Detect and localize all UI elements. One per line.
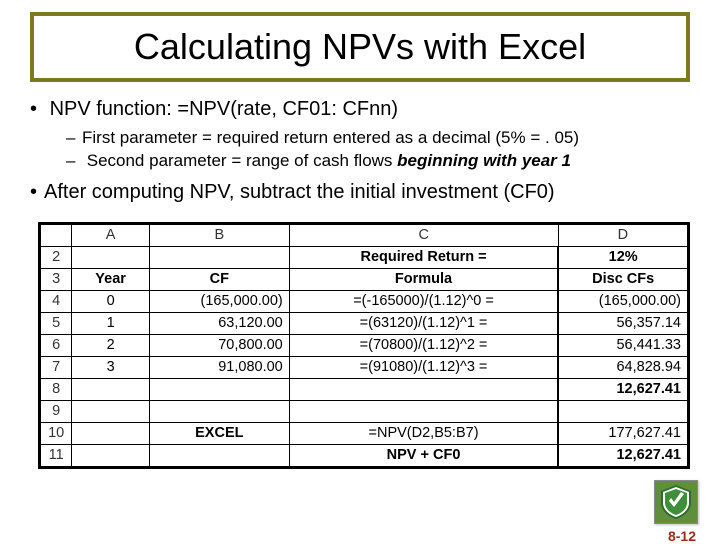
cell-A [72,444,149,466]
cell-B [149,400,289,422]
cell-D: (165,000.00) [558,290,687,312]
subbullet-param1: First parameter = required return entere… [82,127,690,150]
row-number: 11 [41,444,72,466]
cell-C [289,400,558,422]
row-number: 2 [41,246,72,268]
bullet-list-level2: First parameter = required return entere… [44,127,690,173]
corner-cell [41,224,72,246]
cell-D: 12,627.41 [558,378,687,400]
cell-C: Formula [289,268,558,290]
title-box: Calculating NPVs with Excel [30,12,690,82]
col-header-A: A [72,224,149,246]
subbullet-param2-em: beginning with year 1 [397,151,571,170]
excel-table: A B C D 2Required Return =12%3YearCFForm… [40,224,688,467]
cell-C [289,378,558,400]
bullet-subtract-cf0: After computing NPV, subtract the initia… [44,179,690,206]
cell-C: =(63120)/(1.12)^1 = [289,312,558,334]
row-number: 8 [41,378,72,400]
bullet-npv-fn: NPV function: =NPV(rate, CF01: CFnn) Fir… [44,96,690,173]
cell-B: CF [149,268,289,290]
table-row: 10 EXCEL=NPV(D2,B5:B7)177,627.41 [41,422,688,444]
cell-B [149,378,289,400]
cell-A: 0 [72,290,149,312]
page-number: 8-12 [668,528,696,544]
cell-B: 91,080.00 [149,356,289,378]
cell-D: 64,828.94 [558,356,687,378]
table-row: 7391,080.00=(91080)/(1.12)^3 =64,828.94 [41,356,688,378]
subbullet-param2: Second parameter = range of cash flows b… [82,150,690,173]
cell-A: Year [72,268,149,290]
cell-C: =(70800)/(1.12)^2 = [289,334,558,356]
cell-B: 63,120.00 [149,312,289,334]
cell-A: 1 [72,312,149,334]
row-number: 5 [41,312,72,334]
table-row: 3YearCFFormulaDisc CFs [41,268,688,290]
cell-B: (165,000.00) [149,290,289,312]
col-header-row: A B C D [41,224,688,246]
cell-C: Required Return = [289,246,558,268]
cell-D: 56,441.33 [558,334,687,356]
col-header-B: B [149,224,289,246]
cell-A [72,378,149,400]
table-row: 9 [41,400,688,422]
cell-A: 2 [72,334,149,356]
cell-B [149,444,289,466]
table-row: 8 12,627.41 [41,378,688,400]
col-header-D: D [558,224,687,246]
excel-table-wrap: A B C D 2Required Return =12%3YearCFForm… [38,222,690,469]
row-number: 10 [41,422,72,444]
table-row: 11 NPV + CF012,627.41 [41,444,688,466]
cell-D: 177,627.41 [558,422,687,444]
cell-A [72,246,149,268]
cell-C: NPV + CF0 [289,444,558,466]
cell-D: 56,357.14 [558,312,687,334]
table-row: 6270,800.00=(70800)/(1.12)^2 =56,441.33 [41,334,688,356]
row-number: 6 [41,334,72,356]
row-number: 3 [41,268,72,290]
cell-C: =NPV(D2,B5:B7) [289,422,558,444]
cell-D: Disc CFs [558,268,687,290]
cell-A: 3 [72,356,149,378]
publisher-logo [654,480,698,524]
table-row: 5163,120.00=(63120)/(1.12)^1 =56,357.14 [41,312,688,334]
cell-B [149,246,289,268]
check-shield-icon [661,485,691,519]
cell-C: =(91080)/(1.12)^3 = [289,356,558,378]
cell-D: 12,627.41 [558,444,687,466]
cell-B: EXCEL [149,422,289,444]
table-row: 40(165,000.00)=(-165000)/(1.12)^0 =(165,… [41,290,688,312]
row-number: 4 [41,290,72,312]
bullet-text: NPV function: =NPV(rate, CF01: CFnn) [50,98,398,120]
content-area: NPV function: =NPV(rate, CF01: CFnn) Fir… [0,96,720,206]
cell-C: =(-165000)/(1.12)^0 = [289,290,558,312]
table-row: 2 Required Return =12% [41,246,688,268]
cell-B: 70,800.00 [149,334,289,356]
subbullet-param2-text: Second parameter = range of cash flows [87,151,397,170]
cell-D: 12% [558,246,687,268]
cell-A [72,400,149,422]
row-number: 7 [41,356,72,378]
bullet-list-level1: NPV function: =NPV(rate, CF01: CFnn) Fir… [30,96,690,206]
col-header-C: C [289,224,558,246]
row-number: 9 [41,400,72,422]
cell-A [72,422,149,444]
cell-D [558,400,687,422]
slide-title: Calculating NPVs with Excel [44,26,676,68]
